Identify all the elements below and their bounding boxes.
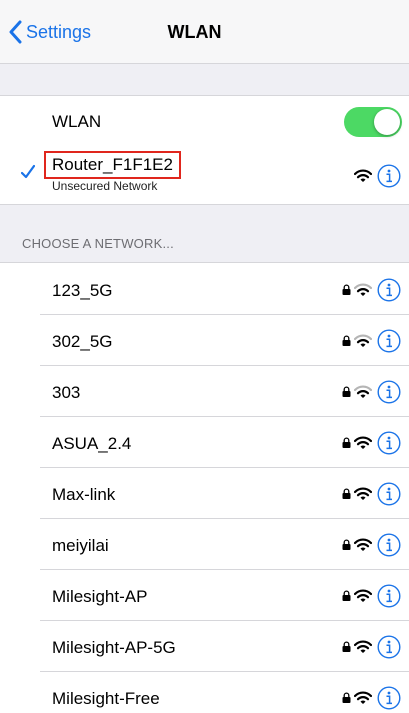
wlan-toggle-label: WLAN: [52, 112, 102, 131]
info-icon[interactable]: [377, 431, 401, 455]
network-list-item[interactable]: 303: [0, 366, 409, 417]
info-icon[interactable]: [377, 482, 401, 506]
info-icon[interactable]: [377, 686, 401, 710]
network-name: meiyilai: [52, 536, 109, 555]
lock-icon: [342, 488, 351, 499]
lock-icon: [342, 590, 351, 601]
group-spacer: [0, 64, 409, 96]
network-list-item[interactable]: Milesight-AP-5G: [0, 621, 409, 672]
network-name: 302_5G: [52, 332, 113, 351]
wifi-strong-icon: [354, 487, 372, 500]
connected-network-row[interactable]: Router_F1F1E2 Unsecured Network: [0, 148, 409, 204]
section-header: CHOOSE A NETWORK...: [0, 204, 409, 263]
info-icon[interactable]: [377, 380, 401, 404]
info-icon[interactable]: [377, 584, 401, 608]
checkmark-icon: [21, 164, 35, 179]
wlan-toggle-row: WLAN: [0, 96, 409, 148]
network-list-item[interactable]: meiyilai: [0, 519, 409, 570]
info-icon[interactable]: [377, 533, 401, 557]
connected-network-highlight: Router_F1F1E2: [44, 151, 181, 179]
wifi-strong-icon: [354, 169, 372, 182]
wifi-strong-icon: [354, 691, 372, 704]
info-icon[interactable]: [377, 329, 401, 353]
connected-network-name: Router_F1F1E2: [52, 155, 173, 174]
lock-icon: [342, 284, 351, 295]
info-icon[interactable]: [377, 164, 401, 188]
network-name: Milesight-AP: [52, 587, 148, 606]
info-icon[interactable]: [377, 278, 401, 302]
network-name: Milesight-Free: [52, 689, 160, 708]
network-list-item[interactable]: ASUA_2.4: [0, 417, 409, 468]
info-icon[interactable]: [377, 635, 401, 659]
wifi-weak-icon: [354, 283, 372, 296]
navigation-bar: Settings WLAN: [0, 0, 409, 64]
wlan-toggle-switch[interactable]: [344, 107, 402, 137]
network-name: ASUA_2.4: [52, 434, 132, 453]
network-name: Max-link: [52, 485, 116, 504]
lock-icon: [342, 437, 351, 448]
lock-icon: [342, 539, 351, 550]
lock-icon: [342, 692, 351, 703]
lock-icon: [342, 386, 351, 397]
wifi-strong-icon: [354, 589, 372, 602]
network-list-item[interactable]: 302_5G: [0, 315, 409, 366]
network-list-item[interactable]: Milesight-AP: [0, 570, 409, 621]
wifi-weak-icon: [354, 334, 372, 347]
network-name: Milesight-AP-5G: [52, 638, 176, 657]
network-list-item[interactable]: 123_5G: [0, 264, 409, 315]
toggle-knob: [374, 109, 400, 135]
wifi-strong-icon: [354, 640, 372, 653]
connected-network-status: Unsecured Network: [52, 179, 158, 193]
wifi-strong-icon: [354, 436, 372, 449]
network-name: 303: [52, 383, 81, 402]
lock-icon: [342, 641, 351, 652]
lock-icon: [342, 335, 351, 346]
network-list-item[interactable]: Milesight-Free: [0, 672, 409, 713]
wifi-weak-icon: [354, 385, 372, 398]
network-list-item[interactable]: Max-link: [0, 468, 409, 519]
section-header-label: CHOOSE A NETWORK...: [22, 236, 174, 251]
wifi-strong-icon: [354, 538, 372, 551]
network-name: 123_5G: [52, 281, 113, 300]
page-title: WLAN: [167, 22, 222, 42]
